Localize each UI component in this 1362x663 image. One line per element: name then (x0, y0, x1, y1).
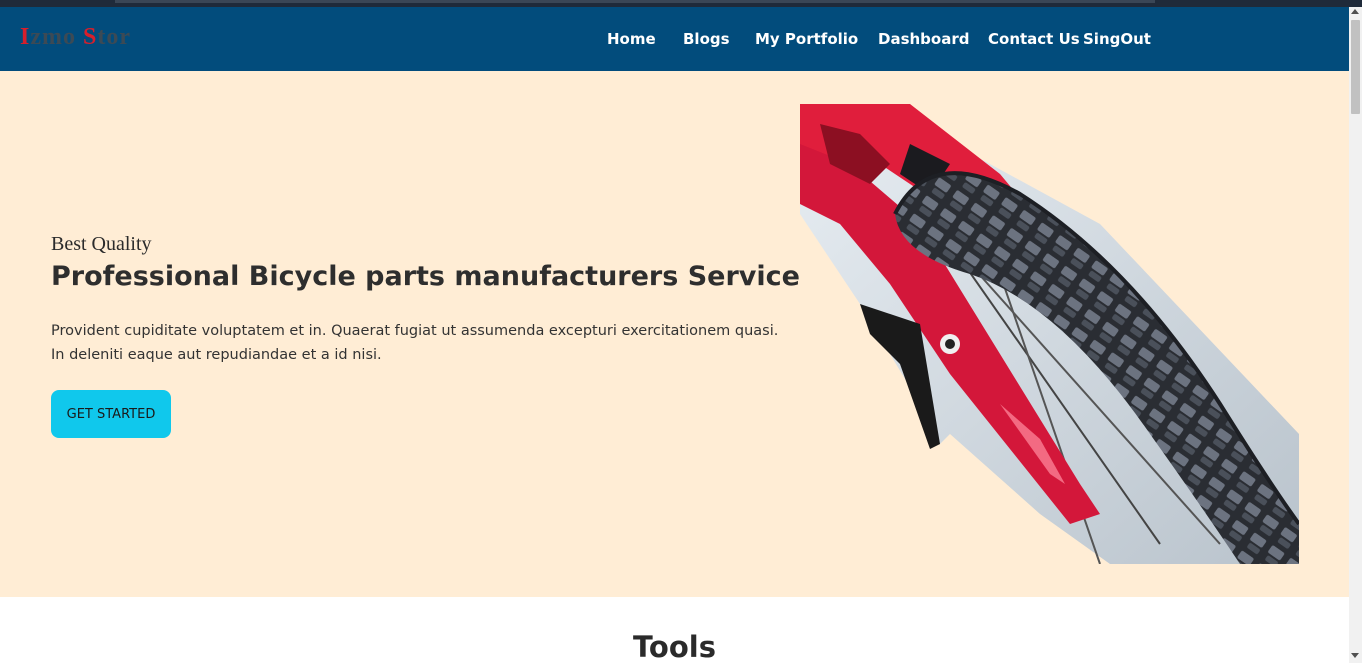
logo-text-2: tor (97, 24, 132, 50)
nav-signout[interactable]: SingOut (1083, 30, 1151, 48)
nav-blogs[interactable]: Blogs (683, 30, 730, 48)
tools-section-title: Tools (633, 630, 716, 663)
nav-dashboard[interactable]: Dashboard (878, 30, 969, 48)
browser-top-bar (115, 0, 1155, 3)
hero-headline: Professional Bicycle parts manufacturers… (51, 261, 800, 292)
site-logo[interactable]: Izmo Stor (20, 24, 131, 51)
logo-letter-s: S (83, 24, 98, 50)
logo-text-1: zmo (30, 24, 83, 50)
hero-description: Provident cupiditate voluptatem et in. Q… (51, 323, 779, 363)
hero-section: Best Quality Professional Bicycle parts … (0, 71, 1349, 597)
hero-eyebrow: Best Quality (51, 233, 152, 255)
page: Izmo Stor Home Blogs My Portfolio Dashbo… (0, 0, 1362, 663)
browser-top-strip (0, 0, 1362, 7)
navbar: Izmo Stor Home Blogs My Portfolio Dashbo… (0, 7, 1349, 71)
nav-contact-us[interactable]: Contact Us (988, 30, 1080, 48)
logo-letter-i: I (20, 24, 31, 50)
scroll-up-arrow-icon[interactable] (1351, 9, 1359, 14)
nav-home[interactable]: Home (607, 30, 656, 48)
bicycle-wheel-image (800, 104, 1299, 564)
get-started-button[interactable]: GET STARTED (51, 390, 171, 438)
nav-my-portfolio[interactable]: My Portfolio (755, 30, 858, 48)
scrollbar-thumb[interactable] (1351, 20, 1360, 114)
scroll-down-arrow-icon[interactable] (1351, 653, 1359, 658)
